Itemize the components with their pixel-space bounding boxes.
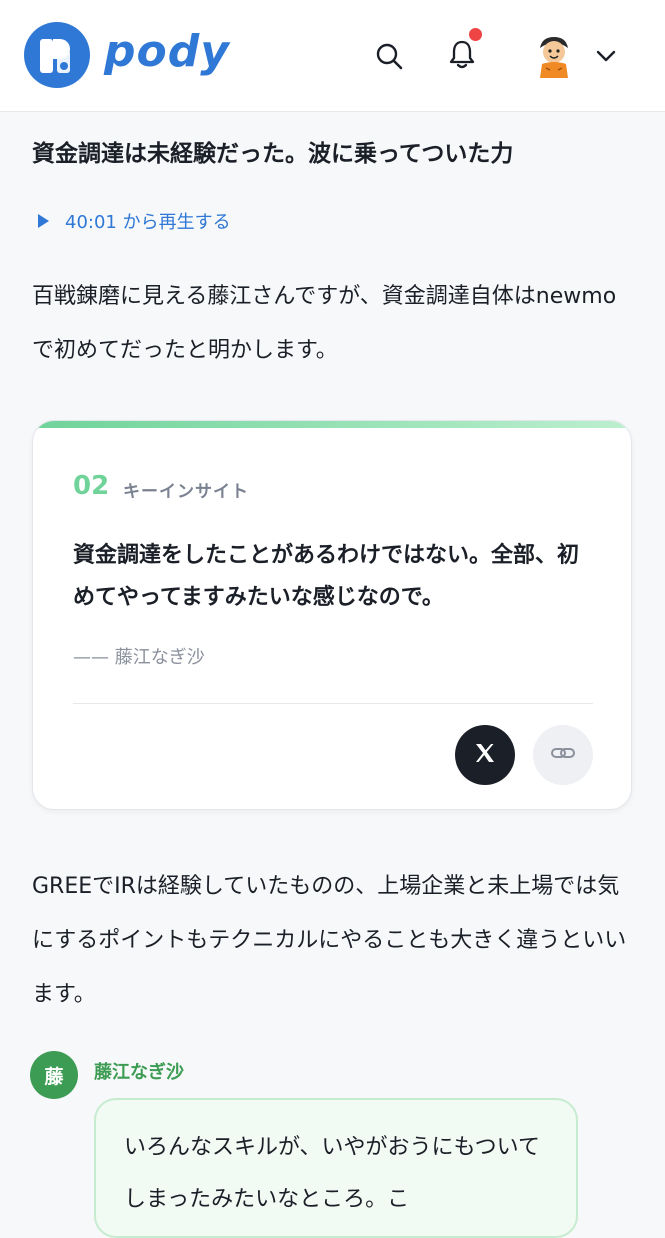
speaker-avatar: 藤 [30, 1051, 78, 1099]
link-icon [550, 740, 576, 770]
avatar[interactable] [532, 34, 576, 78]
speech-bubble: いろんなスキルが、いやがおうにもついてしまったみたいなところ。こ [94, 1098, 578, 1238]
notification-button[interactable] [440, 28, 484, 78]
insight-quote: 資金調達をしたことがあるわけではない。全部、初めてやってますみたいな感じなので。 [73, 543, 580, 610]
play-from-timestamp-link[interactable]: 40:01 から再生する [38, 206, 231, 236]
notification-badge [469, 28, 482, 41]
insight-number: 02 [73, 471, 110, 501]
play-icon [38, 214, 49, 228]
card-accent-bar [33, 421, 631, 428]
pody-logo-icon[interactable] [24, 22, 90, 88]
insight-tag: キーインサイト [123, 482, 249, 502]
app-header: pody [0, 0, 665, 112]
key-insight-card: 02 キーインサイト 資金調達をしたことがあるわけではない。全部、初めてやってま… [32, 420, 632, 810]
bell-icon [447, 38, 477, 74]
search-icon[interactable] [367, 34, 411, 78]
card-divider [73, 703, 593, 704]
play-label: 40:01 から再生する [65, 212, 231, 233]
article-paragraph-2: GREEでIRは経験していたものの、上場企業と未上場では気にするポイントもテクニ… [32, 874, 627, 1007]
speaker-name: 藤江なぎ沙 [94, 1062, 184, 1083]
section-heading: 資金調達は未経験だった。波に乗ってついた力 [32, 141, 514, 167]
x-icon [473, 741, 497, 769]
copy-link-button[interactable] [533, 725, 593, 785]
chevron-down-icon[interactable] [592, 42, 620, 70]
insight-author: —— 藤江なぎ沙 [73, 647, 205, 668]
pody-logo-text[interactable]: pody [104, 22, 230, 82]
article-paragraph: 百戦錬磨に見える藤江さんですが、資金調達自体はnewmoで初めてだったと明かしま… [32, 284, 617, 363]
speech-text: いろんなスキルが、いやがおうにもついてしまったみたいなところ。こ [124, 1135, 541, 1212]
share-x-button[interactable] [455, 725, 515, 785]
